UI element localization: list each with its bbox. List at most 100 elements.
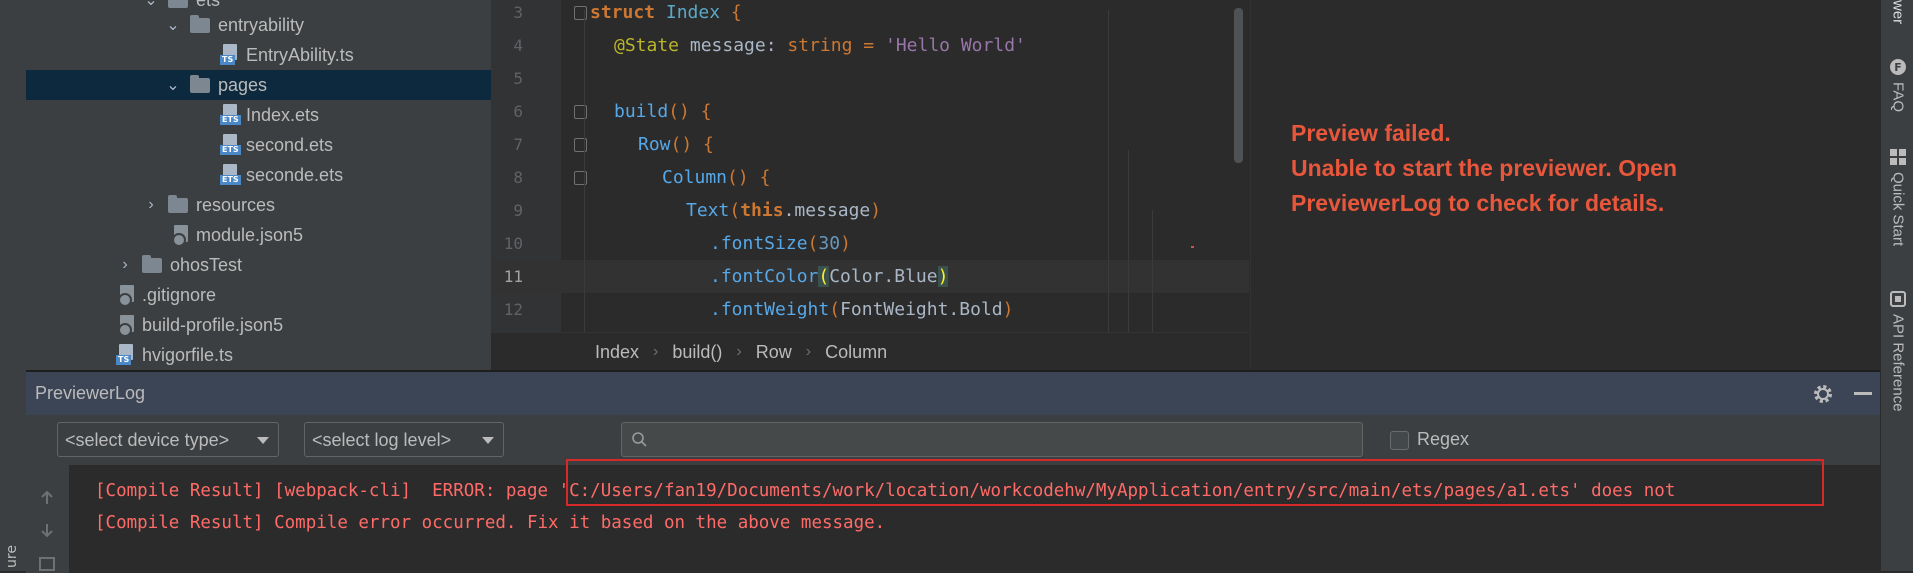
minimize-icon[interactable] [1854,392,1872,395]
config-file-icon [118,285,136,307]
line-number: 3 [513,3,523,22]
regex-checkbox[interactable] [1390,431,1409,450]
chevron-down-icon: ⌄ [166,77,180,94]
breadcrumb-item[interactable]: Column [825,342,887,363]
tree-item-second-ets[interactable]: ETS second.ets [26,130,491,160]
project-tree: ⌄ ets ⌄ entryability TS EntryAbility.ts … [26,0,491,370]
tree-item-module-json5[interactable]: module.json5 [26,220,491,250]
arrow-up-icon[interactable] [38,489,56,507]
tree-item-label: .gitignore [142,284,217,305]
code-line-12: .fontWeight(FontWeight.Bold) [710,299,1014,320]
breadcrumb-item[interactable]: build() [672,342,722,363]
fold-marker-icon[interactable] [574,105,587,119]
line-number: 5 [513,69,523,88]
ets-file-icon: ETS [220,104,241,126]
folder-icon [190,14,210,33]
code-line-7: Row() { [638,134,714,155]
search-icon[interactable] [631,431,649,449]
breadcrumb-item[interactable]: Index [595,342,639,363]
previewer-panel: Preview failed. Unable to start the prev… [1250,0,1881,370]
right-strip-quick-start[interactable]: Quick Start [1885,148,1911,246]
line-number: 11 [503,267,523,286]
line-number: 10 [503,234,523,253]
tree-item-hvigorfile[interactable]: TS hvigorfile.ts [26,340,491,370]
dropdown-arrow-icon [257,437,269,444]
log-level-value: <select log level> [312,430,452,450]
config-file-icon [172,225,190,247]
quick-start-label: Quick Start [1889,172,1907,247]
error-marker [1191,246,1194,248]
preview-error-line: Unable to start the previewer. Open [1291,155,1677,181]
ets-file-icon: ETS [220,134,241,156]
fold-marker-icon[interactable] [574,171,587,185]
code-line-4: @State message: string = 'Hello World' [614,35,1026,56]
gear-icon[interactable] [1812,383,1834,405]
ets-file-icon: ETS [220,164,241,186]
log-toolbar: <select device type> <select log level> … [26,415,1880,465]
log-title: PreviewerLog [35,383,146,403]
tree-item-label: module.json5 [196,224,304,245]
code-line-6: build() { [614,101,712,122]
tree-item-gitignore[interactable]: .gitignore [26,280,491,310]
tree-item-ohostest[interactable]: › ohosTest [26,250,491,280]
quick-start-icon [1890,149,1906,165]
preview-error-message: Preview failed. Unable to start the prev… [1291,116,1677,221]
chevron-right-icon: › [736,343,742,360]
line-number: 6 [513,102,523,121]
dropdown-arrow-icon [482,437,494,444]
code-editor[interactable]: 3 4 5 6 7 8 9 10 11 12 struct Index { @S… [491,0,1249,332]
tree-item-label: ets [196,0,220,11]
log-line: [Compile Result] Compile error occurred.… [95,513,886,533]
tree-item-index-ets[interactable]: ETS Index.ets [26,100,491,130]
tree-item-label: hvigorfile.ts [142,344,234,365]
faq-icon: F [1890,59,1906,75]
chevron-down-icon: ⌄ [166,17,180,34]
tree-item-label: resources [196,194,276,215]
right-strip-previewer-tab[interactable]: wer [1885,0,1911,24]
code-line-8: Column() { [662,167,771,188]
fold-marker-icon[interactable] [574,138,587,152]
indent-guide [584,10,585,332]
tree-item-label: pages [218,74,268,95]
line-number: 7 [513,135,523,154]
editor-scrollbar[interactable] [1234,8,1243,163]
right-strip-faq[interactable]: F FAQ [1885,58,1911,112]
log-level-select[interactable]: <select log level> [304,422,504,457]
code-line-11: .fontColor(Color.Blue) [710,266,949,287]
folder-icon [142,254,162,273]
device-type-value: <select device type> [65,430,230,450]
chevron-right-icon: › [148,196,154,213]
code-line-10: .fontSize(30) [710,233,851,254]
previewer-tab-label: wer [1889,0,1907,25]
tree-item-label: second.ets [246,134,334,155]
breadcrumb-item[interactable]: Row [756,342,792,363]
arrow-down-icon[interactable] [38,521,56,539]
line-number: 8 [513,168,523,187]
tree-item-label: ohosTest [170,254,243,275]
api-reference-label: API Reference [1889,314,1907,412]
chevron-right-icon: › [805,343,812,360]
tree-item-label: build-profile.json5 [142,314,284,335]
tree-item-pages[interactable]: ⌄ pages [26,70,491,100]
right-strip-api-reference[interactable]: API Reference [1885,290,1911,412]
line-number: 9 [513,201,523,220]
wrap-icon[interactable] [38,555,56,573]
folder-icon [168,194,188,213]
api-reference-icon [1890,291,1906,307]
log-side-toolbar [26,465,69,573]
folder-icon [190,74,210,93]
regex-label: Regex [1417,429,1470,449]
fold-marker-icon[interactable] [574,6,587,20]
tree-item-seconde-ets[interactable]: ETS seconde.ets [26,160,491,190]
tree-item-label: entryability [218,14,305,35]
error-path-highlight [566,459,1824,506]
line-number: 12 [503,300,523,319]
tree-item-entryability[interactable]: ⌄ entryability [26,10,491,40]
tree-item-build-profile[interactable]: build-profile.json5 [26,310,491,340]
line-number: 4 [513,36,523,55]
tree-item-resources[interactable]: › resources [26,190,491,220]
log-search-input[interactable] [621,422,1363,457]
tree-item-entryability-ts[interactable]: TS EntryAbility.ts [26,40,491,70]
device-type-select[interactable]: <select device type> [57,422,279,457]
left-strip-label[interactable]: ure [4,545,20,568]
